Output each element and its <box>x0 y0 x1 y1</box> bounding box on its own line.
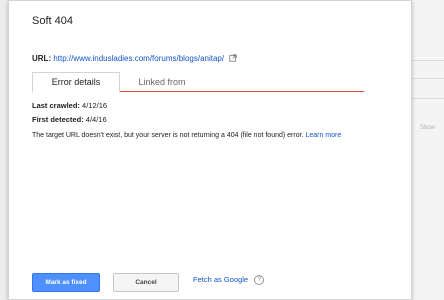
tab-linked-from[interactable]: Linked from <box>120 73 204 91</box>
mark-as-fixed-button[interactable]: Mark as fixed <box>32 273 100 292</box>
background-divider <box>410 60 444 61</box>
first-detected-label: First detected: <box>32 115 84 124</box>
dialog-title: Soft 404 <box>32 15 73 27</box>
external-link-icon[interactable] <box>229 54 237 64</box>
last-crawled-label: Last crawled: <box>32 101 80 110</box>
tab-bar: Error details Linked from <box>32 72 364 93</box>
last-crawled-value: 4/12/16 <box>82 101 108 110</box>
description-text: The target URL doesn't exist, but your s… <box>32 132 304 139</box>
help-icon[interactable]: ? <box>254 275 265 286</box>
background-divider <box>410 98 444 99</box>
url-row: URL: http://www.indusladies.com/forums/b… <box>32 54 237 64</box>
first-detected-row: First detected: 4/4/16 <box>32 115 107 124</box>
error-description: The target URL doesn't exist, but your s… <box>32 132 341 139</box>
first-detected-value: 4/4/16 <box>85 115 107 124</box>
cancel-button[interactable]: Cancel <box>113 273 179 292</box>
last-crawled-row: Last crawled: 4/12/16 <box>32 101 107 110</box>
background-panel <box>410 0 444 300</box>
fetch-as-google-link[interactable]: Fetch as Google <box>193 275 248 284</box>
learn-more-link[interactable]: Learn more <box>305 132 341 139</box>
tab-error-details[interactable]: Error details <box>32 72 120 93</box>
url-link[interactable]: http://www.indusladies.com/forums/blogs/… <box>53 54 224 63</box>
fetch-as-google-row: Fetch as Google ? <box>193 275 265 286</box>
background-divider <box>410 78 444 79</box>
soft-404-dialog: Soft 404 URL: http://www.indusladies.com… <box>8 0 412 300</box>
background-show-text: Show <box>420 125 436 131</box>
url-label: URL: <box>32 54 52 64</box>
